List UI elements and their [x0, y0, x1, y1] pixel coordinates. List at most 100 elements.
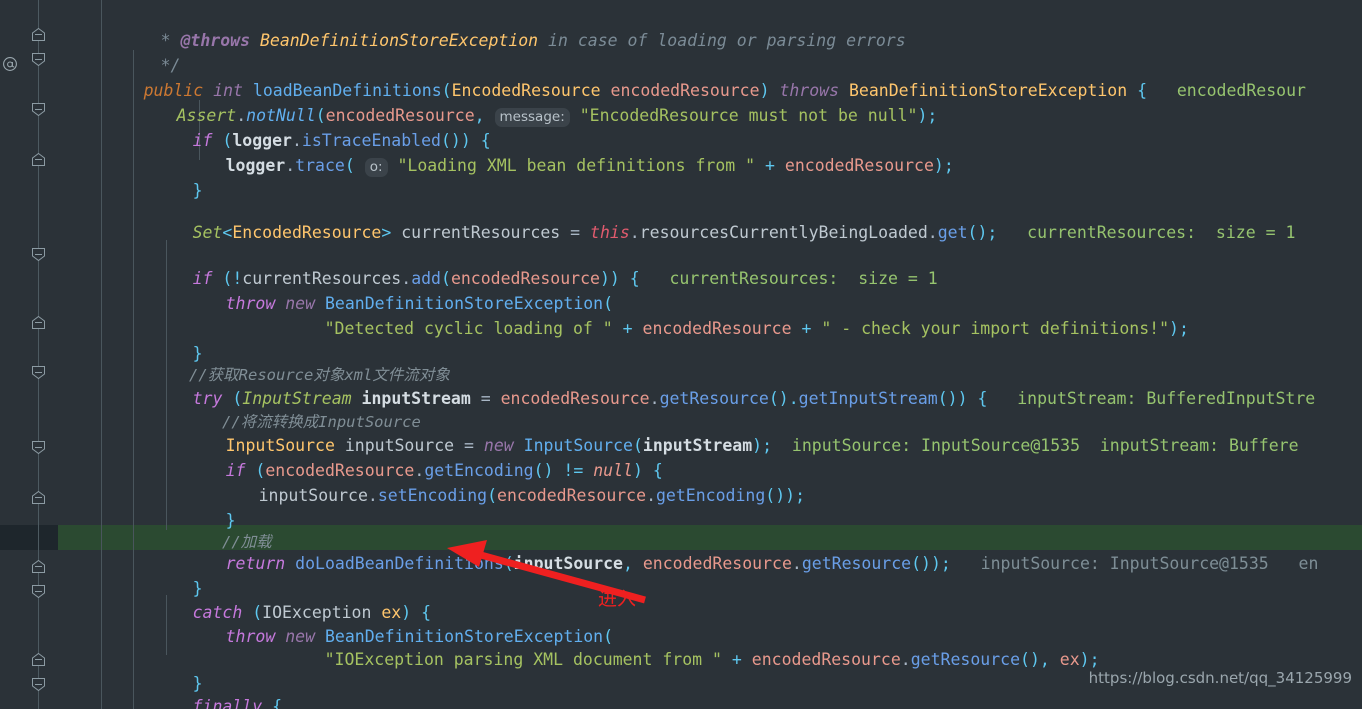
code-line[interactable]: finally {: [133, 669, 282, 709]
code-line[interactable]: InputSource inputSource = new InputSourc…: [166, 408, 1299, 455]
token-punct: (: [503, 554, 514, 573]
token-variable: encodedResource: [500, 389, 650, 408]
code-line-current[interactable]: return doLoadBeanDefinitions(inputSource…: [166, 526, 1319, 573]
code-line[interactable]: public int loadBeanDefinitions(EncodedRe…: [84, 53, 1306, 100]
fold-marker-fold-end[interactable]: [32, 53, 45, 66]
token-variable: encodedResource: [642, 554, 792, 573]
token-punct: .: [900, 650, 911, 669]
token-keyword: return: [225, 554, 296, 573]
token-punct: .: [285, 156, 296, 175]
watermark-text: https://blog.csdn.net/qq_34125999: [1088, 669, 1352, 687]
token-punct: );: [1169, 319, 1189, 338]
code-line[interactable]: "Detected cyclic loading of " + encodedR…: [265, 291, 1189, 338]
fold-marker-fold-start[interactable]: [32, 491, 45, 504]
code-line[interactable]: * @throws BeanDefinitionStoreException i…: [101, 3, 906, 50]
token-punct: (: [487, 486, 498, 505]
token-javadoc-tag: @throws: [180, 31, 260, 50]
token-string: "Loading XML bean definitions from ": [387, 156, 756, 175]
token-javadoc-type: BeanDefinitionStoreException: [259, 31, 539, 50]
editor-gutter[interactable]: [0, 0, 58, 709]
token-punct: ());: [765, 486, 806, 505]
token-variable: encodedResource: [751, 650, 901, 669]
code-line[interactable]: if (encodedResource.getEncoding() != nul…: [166, 433, 663, 480]
token-operator: =: [570, 223, 591, 242]
code-line[interactable]: }: [133, 153, 203, 200]
token-punct: {: [1127, 81, 1157, 100]
code-line[interactable]: }: [133, 646, 203, 693]
token-punct: (),: [1020, 650, 1060, 669]
fold-marker-fold-start[interactable]: [32, 560, 45, 573]
code-content[interactable]: * @throws BeanDefinitionStoreException i…: [0, 0, 1362, 709]
code-line[interactable]: //获取Resource对象xml文件流对象: [133, 338, 450, 384]
token-punct: .: [927, 223, 938, 242]
token-method-call: get: [937, 223, 968, 242]
annotation-at-icon[interactable]: [2, 56, 18, 75]
token-javadoc: in case of loading or parsing errors: [538, 31, 906, 50]
token-punct: ,: [623, 554, 643, 573]
code-line[interactable]: */: [101, 28, 181, 75]
code-line[interactable]: inputSource.setEncoding(encodedResource.…: [199, 458, 805, 505]
inline-debug-value: currentResources: size = 1: [997, 223, 1296, 242]
fold-marker-fold-start[interactable]: [32, 653, 45, 666]
code-line[interactable]: try (InputStream inputStream = encodedRe…: [133, 361, 1316, 408]
token-variable: inputSource: [513, 554, 623, 573]
token-variable: inputSource: [258, 486, 368, 505]
inline-debug-value: inputSource: InputSource@1535 en: [960, 554, 1319, 573]
token-punct: ());: [911, 554, 961, 573]
parameter-hint-message: message:: [494, 108, 570, 127]
token-punct: ()) {: [937, 389, 998, 408]
fold-marker-fold-end[interactable]: [32, 585, 45, 598]
token-method-call: doLoadBeanDefinitions: [295, 554, 504, 573]
inline-debug-value: inputSource: InputSource@1535 inputStrea…: [781, 436, 1299, 455]
code-line[interactable]: throw new BeanDefinitionStoreException(: [166, 599, 613, 646]
token-punct: );: [933, 156, 954, 175]
fold-marker-fold-start[interactable]: [32, 153, 45, 166]
inline-debug-value: encodedResour: [1156, 81, 1306, 100]
token-string: " - check your import definitions!": [821, 319, 1170, 338]
token-field: logger: [225, 156, 286, 175]
token-method-call: setEncoding: [377, 486, 488, 505]
token-variable: currentResources: [401, 223, 571, 242]
token-punct: );: [752, 436, 782, 455]
token-operator: =: [480, 389, 501, 408]
inline-debug-value: currentResources: size = 1: [649, 269, 938, 288]
code-line[interactable]: catch (IOException ex) {: [133, 575, 431, 622]
inline-debug-value: inputStream: BufferedInputStre: [997, 389, 1316, 408]
annotation-label: 进入: [598, 588, 637, 610]
fold-marker-fold-end[interactable]: [32, 248, 45, 261]
code-line[interactable]: }: [133, 551, 203, 598]
code-line[interactable]: currentResources.remove(encodedResource)…: [166, 692, 633, 709]
token-field: resourcesCurrentlyBeingLoaded: [639, 223, 928, 242]
token-string: "EncodedResource must not be null": [569, 106, 918, 125]
fold-marker-fold-start[interactable]: [32, 316, 45, 329]
code-line[interactable]: Set<EncodedResource> currentResources = …: [133, 195, 1296, 242]
token-punct: ().: [768, 389, 799, 408]
code-line[interactable]: Assert.notNull(encodedResource, message:…: [117, 78, 937, 127]
code-editor[interactable]: * @throws BeanDefinitionStoreException i…: [0, 0, 1362, 709]
fold-marker-fold-end[interactable]: [32, 678, 45, 691]
token-method-call: getInputStream: [798, 389, 938, 408]
token-punct: .: [791, 554, 802, 573]
token-variable: encodedResource: [642, 319, 792, 338]
token-method-call: getResource: [659, 389, 769, 408]
code-line[interactable]: //将流转换成InputSource: [166, 385, 421, 431]
parameter-hint-o: o:: [364, 158, 388, 177]
code-line[interactable]: if (logger.isTraceEnabled()) {: [133, 103, 491, 150]
code-line[interactable]: "IOException parsing XML document from "…: [265, 622, 1100, 669]
fold-marker-fold-start[interactable]: [32, 28, 45, 41]
token-type: EncodedResource: [232, 223, 382, 242]
token-punct: <: [222, 223, 233, 242]
token-punct: .: [629, 223, 640, 242]
token-punct: .: [367, 486, 378, 505]
fold-marker-fold-end[interactable]: [32, 366, 45, 379]
gutter-current-line-highlight: [0, 525, 58, 550]
token-punct: (: [344, 156, 365, 175]
token-operator: +: [612, 319, 643, 338]
code-line[interactable]: if (!currentResources.add(encodedResourc…: [133, 241, 938, 288]
code-line[interactable]: logger.trace( o: "Loading XML bean defin…: [166, 128, 954, 177]
fold-marker-fold-end[interactable]: [32, 103, 45, 116]
fold-marker-fold-end[interactable]: [32, 441, 45, 454]
token-method-call: trace: [295, 156, 345, 175]
token-variable: encodedResource: [497, 486, 647, 505]
code-line[interactable]: throw new BeanDefinitionStoreException(: [166, 266, 613, 313]
